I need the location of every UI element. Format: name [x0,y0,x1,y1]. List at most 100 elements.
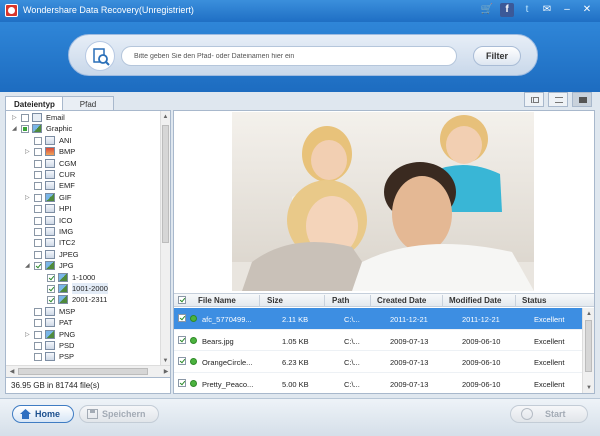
scroll-left-icon[interactable]: ◀ [8,368,16,376]
column-path[interactable]: Path [332,296,349,305]
file-list-scroll-thumb[interactable] [585,320,592,372]
column-divider[interactable] [324,295,325,307]
tree-item[interactable]: ANI [6,135,162,146]
column-size[interactable]: Size [267,296,283,305]
app-logo-icon [5,4,18,17]
detail-view-button[interactable] [572,92,592,107]
tree-item-checkbox[interactable] [34,228,42,236]
tree-item[interactable]: JPEG [6,249,162,260]
thumbnail-view-button[interactable] [524,92,544,107]
row-checkbox[interactable] [178,314,186,322]
tree-item[interactable]: 1001-2000 [6,283,162,295]
tree-item-checkbox[interactable] [34,193,42,202]
tree-item[interactable]: 2001-2311 [6,294,162,305]
feedback-icon[interactable]: ✉ [540,3,554,17]
save-button[interactable]: Speichern [79,405,159,423]
list-view-icon [555,97,563,103]
start-button[interactable]: Start [510,405,588,423]
tree-item[interactable]: ▷ GIF [6,192,162,203]
row-checkbox[interactable] [178,335,186,344]
cell-path: C:\... [344,358,360,367]
column-divider[interactable] [259,295,260,307]
tree-item-checkbox[interactable] [34,250,42,259]
tree-item-checkbox[interactable] [47,296,55,305]
expand-icon[interactable]: ▷ [25,195,31,201]
tree-item[interactable]: ITC2 [6,237,162,248]
search-input[interactable] [121,46,457,66]
tree-item[interactable]: HPI [6,203,162,214]
tree-item[interactable]: 1-1000 [6,272,162,283]
tree-item[interactable]: MSP [6,306,162,317]
expand-icon[interactable]: ▷ [12,115,18,121]
tree-item[interactable]: ▷ Email [6,112,162,123]
tree-item-checkbox[interactable] [34,262,42,271]
tree-item[interactable]: CGM [6,158,162,169]
scroll-down-icon[interactable]: ▼ [585,384,593,392]
column-file-name[interactable]: File Name [198,296,236,305]
table-row[interactable]: Bears.jpg 1.05 KB C:\... 2009-07-13 2009-06-… [174,330,582,351]
tree-item-checkbox[interactable] [21,114,29,122]
tree-scroll-thumb[interactable] [162,125,169,243]
tree-item-checkbox[interactable] [34,171,42,179]
tree-item[interactable]: IMG [6,226,162,237]
tree-item-checkbox[interactable] [34,353,42,362]
tree-item[interactable]: ◢ Graphic [6,123,162,134]
tree-item[interactable]: ▷ PNG [6,329,162,340]
facebook-icon[interactable]: f [500,3,514,17]
tree-item-checkbox[interactable] [34,307,42,316]
table-row[interactable]: afc_5770499... 2.11 KB C:\... 2011-12-21 201… [174,308,582,330]
scroll-down-icon[interactable]: ▼ [162,357,169,365]
tree-item[interactable]: PSP [6,351,162,362]
tree-hscroll-thumb[interactable] [18,368,148,375]
tree-item-checkbox[interactable] [34,319,42,328]
tree-item-checkbox[interactable] [34,136,42,145]
expand-icon[interactable]: ▷ [25,332,31,338]
scroll-right-icon[interactable]: ▶ [162,368,170,376]
minimize-icon[interactable]: – [560,3,574,17]
cell-created: 2009-07-13 [390,358,429,367]
tree-item-checkbox[interactable] [34,342,42,350]
tree-item[interactable]: ◢ JPG [6,260,162,271]
tree-item-checkbox[interactable] [21,125,29,134]
tree-item-checkbox[interactable] [34,148,42,157]
column-divider[interactable] [515,295,516,307]
home-button[interactable]: Home [12,405,74,423]
tree-horizontal-scrollbar[interactable]: ◀ ▶ [6,365,170,377]
collapse-icon[interactable]: ◢ [25,263,31,269]
file-list-scrollbar[interactable]: ▲ ▼ [582,308,594,393]
tree-item-checkbox[interactable] [34,159,42,168]
filter-button[interactable]: Filter [473,46,521,66]
tree-item[interactable]: ▷ BMP [6,146,162,157]
tree-vertical-scrollbar[interactable]: ▲ ▼ [160,111,170,367]
tree-item-checkbox[interactable] [34,182,42,191]
list-view-button[interactable] [548,92,568,107]
close-icon[interactable]: ✕ [580,3,594,17]
twitter-icon[interactable]: t [520,3,534,17]
table-row[interactable]: Pretty_Peaco... 5.00 KB C:\... 2009-07-13 20… [174,373,582,394]
column-created-date[interactable]: Created Date [377,296,426,305]
tree-item[interactable]: ICO [6,215,162,226]
column-divider[interactable] [370,295,371,307]
tree-item[interactable]: CUR [6,169,162,180]
row-checkbox[interactable] [178,378,186,387]
scroll-up-icon[interactable]: ▲ [585,310,593,318]
tree-item[interactable]: EMF [6,180,162,191]
expand-icon[interactable]: ▷ [25,149,31,155]
collapse-icon[interactable]: ◢ [12,126,18,132]
tree-item[interactable]: PAT [6,317,162,328]
tree-item-checkbox[interactable] [34,205,42,214]
scroll-up-icon[interactable]: ▲ [162,113,169,121]
row-checkbox[interactable] [178,357,186,365]
tree-item[interactable]: PSD [6,340,162,351]
tree-item-checkbox[interactable] [34,239,42,248]
column-modified-date[interactable]: Modified Date [449,296,501,305]
column-divider[interactable] [442,295,443,307]
column-status[interactable]: Status [522,296,546,305]
tree-item-checkbox[interactable] [34,216,42,225]
tree-item-checkbox[interactable] [34,330,42,339]
select-all-checkbox[interactable] [178,296,186,304]
table-row[interactable]: OrangeCircle... 6.23 KB C:\... 2009-07-13 20… [174,351,582,373]
tree-item-checkbox[interactable] [47,285,55,293]
cart-icon[interactable]: 🛒 [480,3,494,17]
tree-item-checkbox[interactable] [47,273,55,282]
